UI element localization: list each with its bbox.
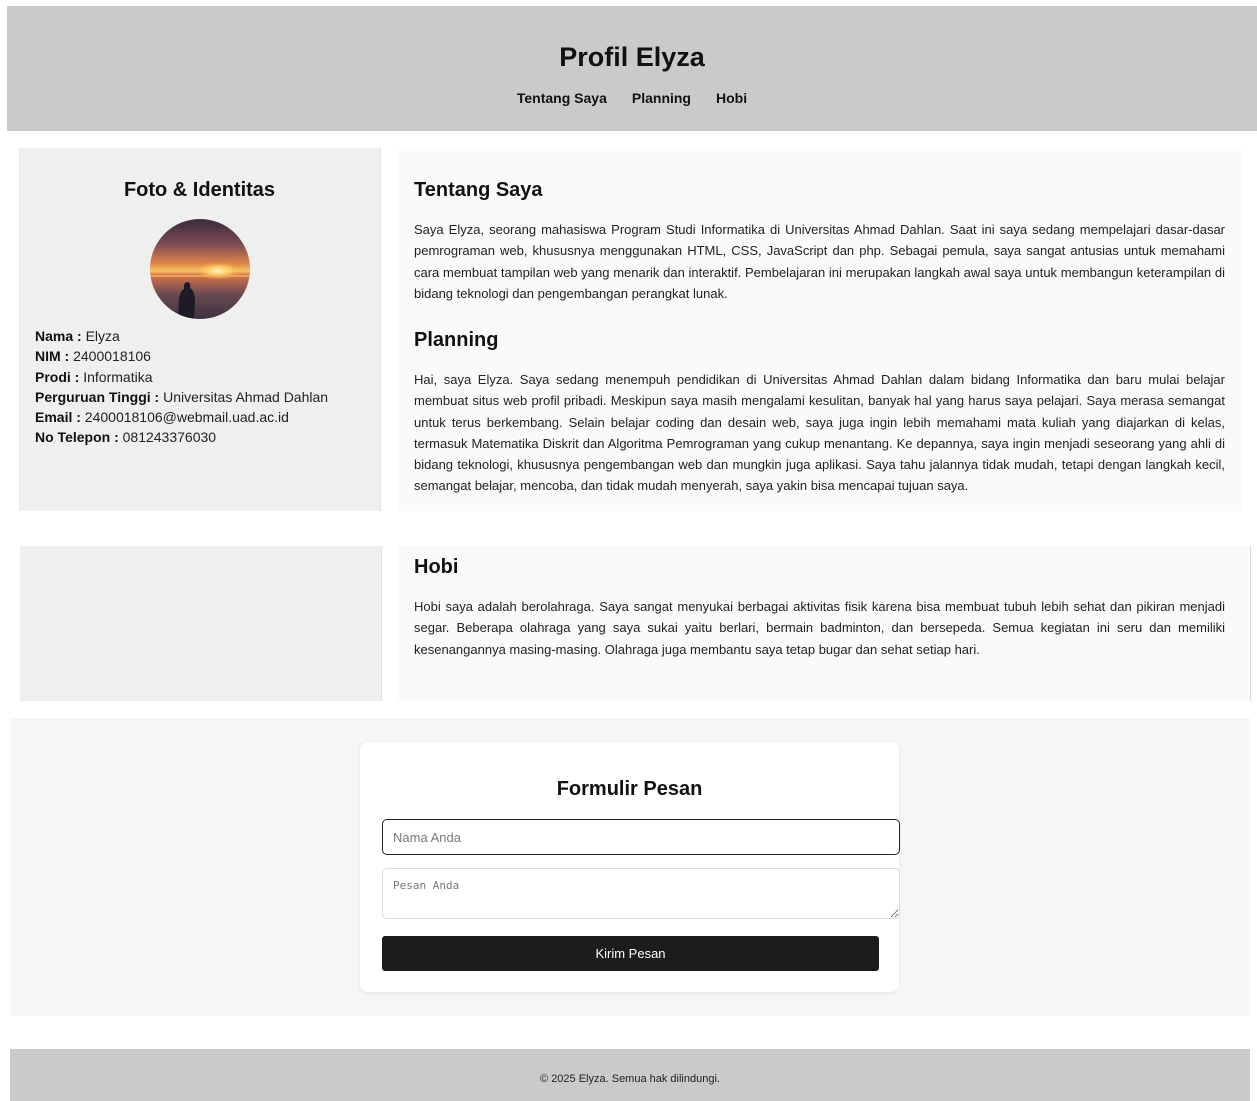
nav-link-tentang-saya[interactable]: Tentang Saya [517, 90, 607, 106]
identity-details: Nama : Elyza NIM : 2400018106 Prodi : In… [35, 326, 328, 448]
send-message-button[interactable]: Kirim Pesan [382, 936, 879, 971]
main-nav: Tentang Saya Planning Hobi [7, 90, 1257, 106]
nav-link-planning[interactable]: Planning [632, 90, 691, 106]
page-header: Profil Elyza Tentang Saya Planning Hobi [7, 6, 1257, 131]
hobby-card: Hobi Hobi saya adalah berolahraga. Saya … [398, 546, 1251, 701]
form-section: Formulir Pesan Kirim Pesan [10, 718, 1250, 1016]
about-title: Tentang Saya [414, 179, 543, 201]
footer-copyright: © 2025 Elyza. Semua hak dilindungi. [540, 1073, 720, 1085]
planning-title: Planning [414, 329, 499, 351]
identity-row-perguruan-tinggi: Perguruan Tinggi : Universitas Ahmad Dah… [35, 388, 329, 405]
content-card: Tentang Saya Saya Elyza, seorang mahasis… [398, 148, 1242, 511]
page-title: Profil Elyza [559, 42, 705, 72]
identity-row-prodi: Prodi : Informatika [35, 368, 153, 385]
sunset-photo-image [150, 219, 250, 319]
identity-card: Foto & Identitas Nama: Elyza NIM: 2400… [19, 148, 381, 511]
avatar [150, 219, 250, 319]
identity-row-nim: NIM : 2400018106 [35, 348, 151, 365]
name-input[interactable] [382, 819, 900, 855]
identity-row-nama: Nama : Elyza [35, 328, 120, 344]
planning-text: Hai, saya Elyza. Saya sedang menempuh pe… [414, 372, 1225, 494]
message-textarea[interactable] [382, 868, 900, 919]
nav-link-hobi[interactable]: Hobi [716, 90, 747, 106]
message-form: Formulir Pesan Kirim Pesan [360, 742, 900, 992]
identity-row-email: Email : 2400018106@webmail.uad.ac.id [35, 409, 289, 426]
empty-side-card [20, 546, 382, 701]
page-footer: © 2025 Elyza. Semua hak dilindungi. [10, 1049, 1250, 1101]
identity-title: Foto & Identitas [123, 179, 276, 201]
identity-row-telepon: No Telepon : 081243376030 [35, 429, 217, 446]
hobby-text: Hobi saya adalah berolahraga. Saya sanga… [414, 599, 1225, 657]
form-title: Formulir Pesan [556, 778, 703, 800]
about-text: Saya Elyza, seorang mahasiswa Program St… [414, 222, 1225, 301]
hobby-title: Hobi [414, 556, 459, 578]
